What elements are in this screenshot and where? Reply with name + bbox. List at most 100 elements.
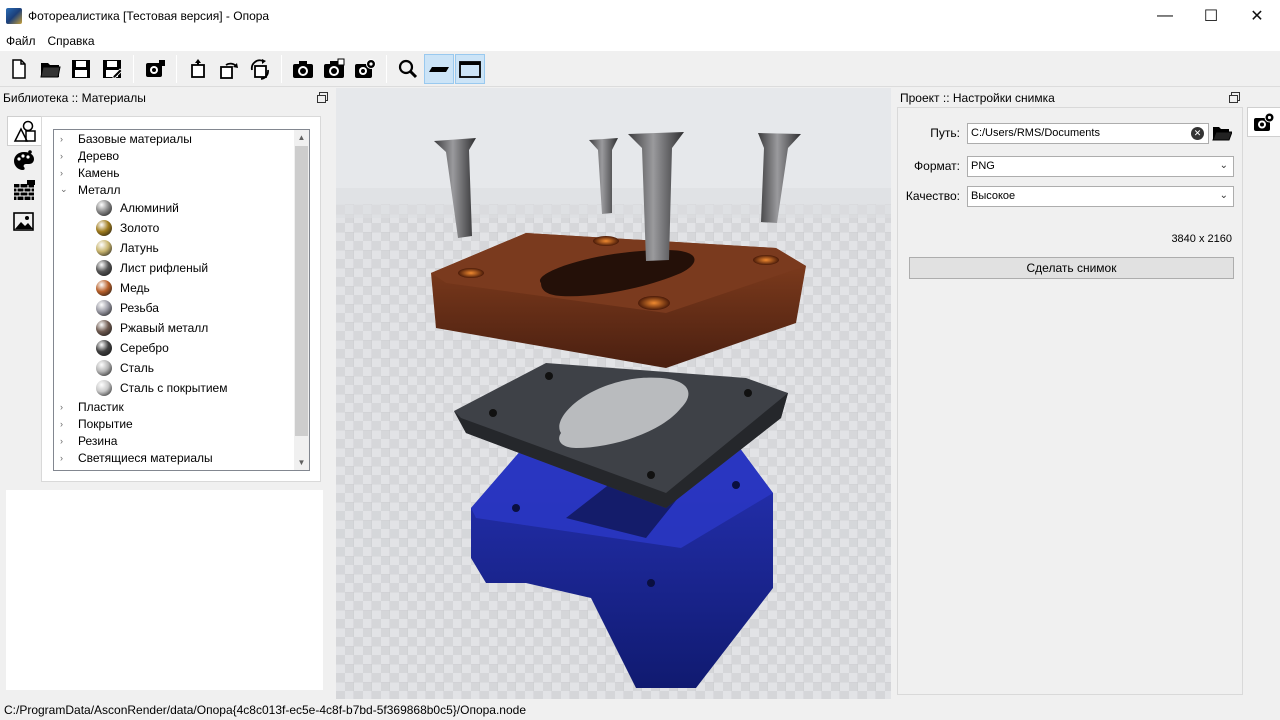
format-value: PNG (971, 160, 995, 172)
chevron-right-icon[interactable]: › (60, 453, 70, 463)
material-sphere-icon (96, 200, 112, 216)
frame-toggle-button[interactable] (455, 53, 485, 84)
tree-node-label: Дерево (78, 148, 120, 163)
tree-leaf-material[interactable]: Серебро (54, 338, 309, 358)
tree-scrollbar[interactable]: ▲ ▼ (294, 130, 309, 470)
frame-icon (459, 60, 481, 78)
camera-icon (293, 60, 313, 78)
chevron-right-icon[interactable]: › (60, 436, 70, 446)
scroll-thumb[interactable] (295, 146, 308, 436)
path-value: C:/Users/RMS/Documents (971, 127, 1100, 139)
quality-select[interactable]: Высокое ⌄ (967, 185, 1234, 207)
scroll-down-icon[interactable]: ▼ (294, 455, 309, 470)
tab-models[interactable] (7, 116, 41, 146)
toolbar-separator (281, 54, 282, 83)
tab-materials[interactable] (7, 146, 41, 176)
camera-batch-button[interactable] (319, 54, 349, 84)
minimize-button[interactable]: — (1142, 0, 1188, 31)
metal-children: Алюминий Золото Латунь Лист рифленый Медь Рез… (54, 198, 309, 398)
rotate-button[interactable] (214, 54, 244, 84)
menu-help[interactable]: Справка (42, 34, 101, 48)
status-bar: C:/ProgramData/AsconRender/data/Опора{4c… (0, 700, 1280, 720)
format-row: Формат: PNG ⌄ (898, 155, 1244, 177)
tree-leaf-material[interactable]: Лист рифленый (54, 258, 309, 278)
tree-leaf-material[interactable]: Сталь (54, 358, 309, 378)
tab-textures[interactable] (7, 176, 41, 206)
path-row: Путь: C:/Users/RMS/Documents ✕ (898, 122, 1244, 144)
close-button[interactable]: ✕ (1234, 0, 1280, 31)
chevron-right-icon[interactable]: › (60, 134, 70, 144)
maximize-button[interactable]: ☐ (1188, 0, 1234, 31)
quality-value: Высокое (971, 190, 1016, 202)
material-tree[interactable]: › Базовые материалы › Дерево › Камень ⌄ Мета… (53, 129, 310, 471)
tree-node-emissive[interactable]: › Светящиеся материалы (54, 449, 309, 466)
chevron-down-icon[interactable]: ⌄ (60, 184, 70, 195)
chevron-right-icon[interactable]: › (60, 419, 70, 429)
path-input[interactable]: C:/Users/RMS/Documents ✕ (967, 122, 1209, 144)
toolbar-separator (133, 54, 134, 83)
toolbar-separator (176, 54, 177, 83)
tree-node-label: Пластик (78, 399, 124, 414)
zoom-button[interactable] (393, 54, 423, 84)
material-sphere-icon (96, 220, 112, 236)
menu-file[interactable]: Файл (0, 34, 42, 48)
settings-panel-header: Проект :: Настройки снимка (895, 88, 1246, 107)
tree-node-coating[interactable]: › Покрытие (54, 415, 309, 432)
tree-leaf-material[interactable]: Алюминий (54, 198, 309, 218)
move-button[interactable] (183, 54, 213, 84)
camera-settings-button[interactable] (350, 54, 380, 84)
quality-label: Качество: (905, 189, 960, 203)
toolbar-separator (386, 54, 387, 83)
path-label: Путь: (930, 126, 960, 140)
camera-batch-icon (324, 58, 345, 78)
rotate-camera-button[interactable] (245, 54, 275, 84)
snapshot-settings-button[interactable] (140, 54, 170, 84)
clear-icon[interactable]: ✕ (1191, 126, 1204, 140)
new-file-button[interactable] (4, 54, 34, 84)
floor-toggle-button[interactable] (424, 53, 454, 84)
tree-leaf-material[interactable]: Золото (54, 218, 309, 238)
tree-node-plastic[interactable]: › Пластик (54, 398, 309, 415)
browse-folder-icon[interactable] (1212, 124, 1232, 142)
scroll-up-icon[interactable]: ▲ (294, 130, 309, 145)
material-sphere-icon (96, 280, 112, 296)
open-file-button[interactable] (35, 54, 65, 84)
save-as-icon (103, 59, 123, 78)
tree-leaf-material[interactable]: Резьба (54, 298, 309, 318)
tab-snapshot-settings[interactable] (1247, 107, 1280, 137)
tree-leaf-material[interactable]: Латунь (54, 238, 309, 258)
rotate-camera-icon (250, 58, 269, 80)
tree-leaf-material[interactable]: Ржавый металл (54, 318, 309, 338)
save-as-button[interactable] (97, 54, 127, 84)
tree-node-wood[interactable]: › Дерево (54, 147, 309, 164)
library-panel: Библиотека :: Материалы › Базовые материа… (0, 88, 334, 700)
settings-panel-title: Проект :: Настройки снимка (900, 90, 1055, 105)
tree-leaf-material[interactable]: Сталь с покрытием (54, 378, 309, 398)
tree-leaf-label: Алюминий (120, 201, 179, 215)
format-select[interactable]: PNG ⌄ (967, 155, 1234, 177)
tree-leaf-label: Серебро (120, 341, 169, 355)
tree-node-base[interactable]: › Базовые материалы (54, 130, 309, 147)
undock-icon[interactable] (317, 92, 328, 103)
tree-node-metal[interactable]: ⌄ Металл (54, 181, 309, 198)
tab-environment[interactable] (7, 206, 41, 236)
chevron-right-icon[interactable]: › (60, 402, 70, 412)
library-tabs (7, 116, 41, 236)
tree-leaf-material[interactable]: Медь (54, 278, 309, 298)
camera-button[interactable] (288, 54, 318, 84)
material-sphere-icon (96, 260, 112, 276)
chevron-right-icon[interactable]: › (60, 168, 70, 178)
take-snapshot-button[interactable]: Сделать снимок (909, 257, 1234, 279)
material-tree-container: › Базовые материалы › Дерево › Камень ⌄ Мета… (41, 116, 321, 482)
chevron-down-icon: ⌄ (1219, 189, 1228, 201)
tree-node-rubber[interactable]: › Резина (54, 432, 309, 449)
tree-leaf-label: Латунь (120, 241, 159, 255)
chevron-right-icon[interactable]: › (60, 151, 70, 161)
menu-bar: Файл Справка (0, 31, 1280, 51)
move-icon (191, 58, 205, 78)
tree-node-stone[interactable]: › Камень (54, 164, 309, 181)
undock-icon[interactable] (1229, 92, 1240, 103)
zoom-icon (398, 59, 418, 78)
render-viewport[interactable] (336, 88, 891, 699)
save-button[interactable] (66, 54, 96, 84)
